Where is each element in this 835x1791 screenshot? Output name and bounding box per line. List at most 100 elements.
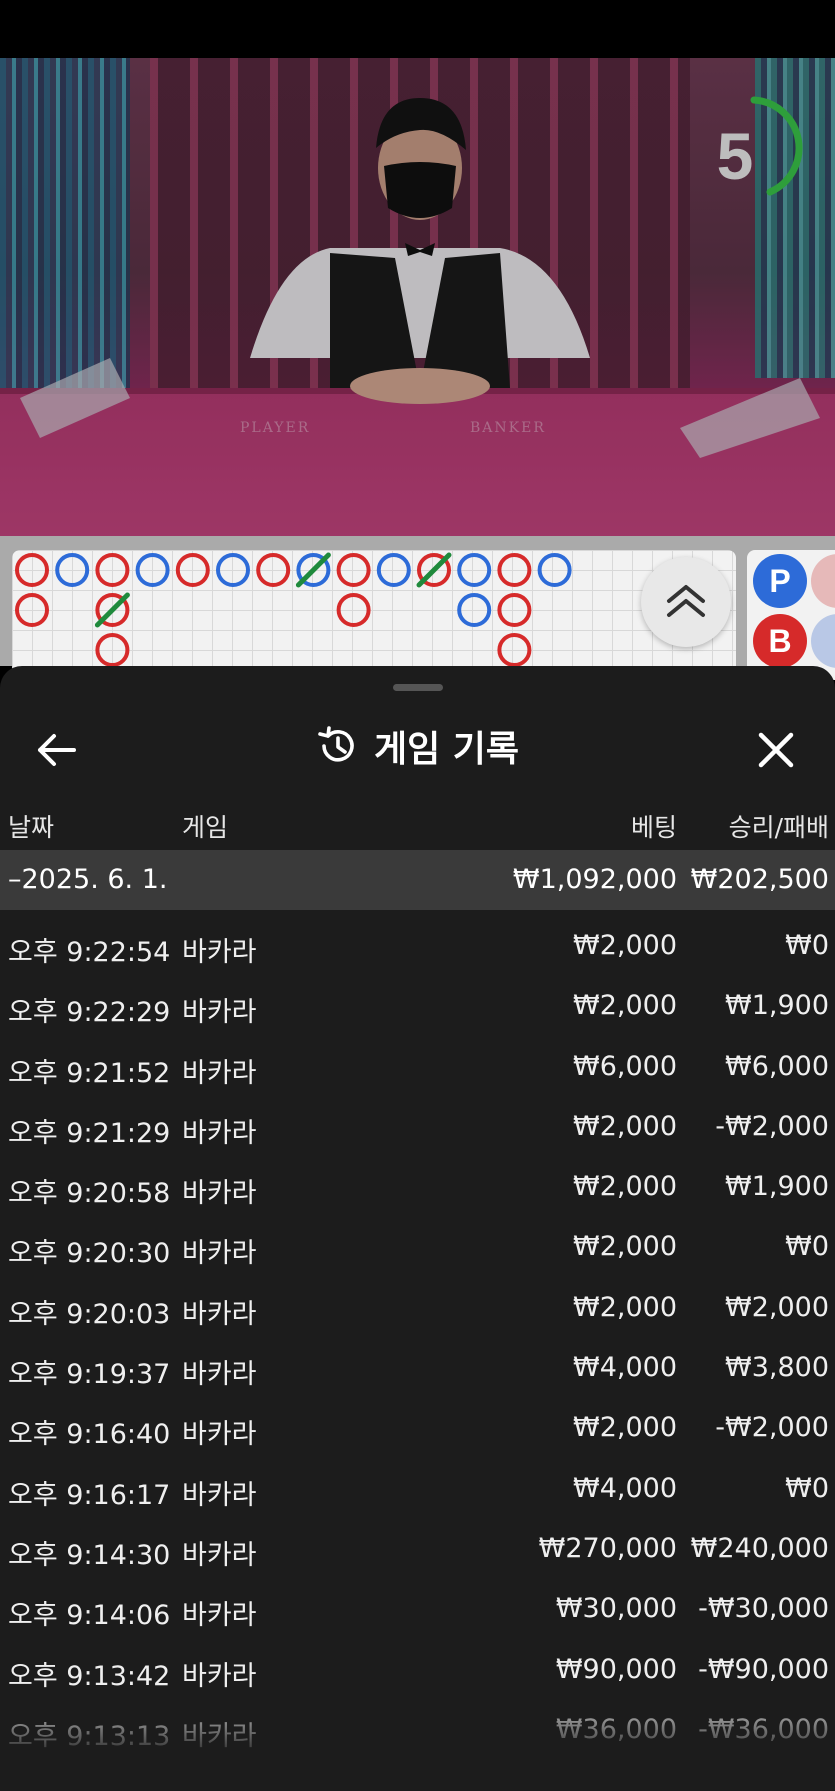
banker-bead: [95, 633, 130, 667]
history-row[interactable]: 오후 9:19:37 바카라 ₩4,000 ₩3,800: [0, 1336, 835, 1396]
banker-ask-button[interactable]: B: [753, 614, 807, 668]
row-game: 바카라: [182, 937, 257, 968]
countdown-number: 5: [716, 119, 754, 193]
player-next-indicator: [811, 554, 835, 608]
row-bet: ₩270,000: [538, 1532, 677, 1564]
history-row[interactable]: 오후 9:22:54 바카라 ₩2,000 ₩0: [0, 914, 835, 974]
row-time: 오후 9:22:54: [8, 937, 171, 968]
player-bead: [376, 553, 411, 587]
row-time: 오후 9:20:30: [8, 1238, 171, 1270]
banker-bead: [497, 593, 532, 627]
close-button[interactable]: [746, 720, 806, 780]
history-icon: [318, 726, 354, 762]
col-date: 날짜: [8, 813, 55, 842]
banker-bead: [256, 553, 291, 587]
col-win-loss: 승리/패배: [728, 813, 829, 842]
back-button[interactable]: [30, 722, 90, 778]
row-time: 오후 9:22:29: [8, 997, 171, 1029]
row-time: 오후 9:16:17: [8, 1479, 171, 1511]
row-time: 오후 9:13:13: [8, 1720, 171, 1752]
side-prediction-panel: P B: [747, 550, 835, 680]
history-row[interactable]: 오후 9:20:03 바카라 ₩2,000 ₩2,000: [0, 1276, 835, 1336]
row-win-loss: ₩1,900: [725, 990, 829, 1022]
row-bet: ₩30,000: [555, 1593, 677, 1625]
row-win-loss: -₩36,000: [698, 1713, 829, 1745]
row-game: 바카라: [182, 1359, 257, 1391]
row-game: 바카라: [182, 1238, 257, 1270]
row-time: 오후 9:14:30: [8, 1539, 171, 1571]
banker-bead: [15, 593, 49, 627]
bead-road-marks: [15, 552, 572, 667]
history-row[interactable]: 오후 9:13:13 바카라 ₩36,000 -₩36,000: [0, 1698, 835, 1758]
history-row[interactable]: 오후 9:20:30 바카라 ₩2,000 ₩0: [0, 1215, 835, 1275]
banker-bead: [15, 553, 49, 587]
column-headers: 날짜 게임 베팅 승리/패배: [0, 798, 835, 850]
row-bet: ₩2,000: [573, 990, 677, 1022]
collapse-button[interactable]: [641, 557, 731, 647]
bead-road: [12, 550, 736, 680]
row-bet: ₩2,000: [573, 1171, 677, 1203]
row-game: 바카라: [182, 1419, 257, 1451]
row-game: 바카라: [182, 1057, 257, 1089]
row-game: 바카라: [182, 1479, 257, 1511]
sheet-drag-handle[interactable]: [393, 684, 443, 691]
history-row[interactable]: 오후 9:22:29 바카라 ₩2,000 ₩1,900: [0, 974, 835, 1034]
row-bet: ₩2,000: [573, 1110, 677, 1142]
double-chevron-up-icon: [667, 585, 705, 617]
banker-bead: [336, 553, 371, 587]
row-bet: ₩36,000: [555, 1713, 677, 1745]
close-icon: [758, 732, 794, 768]
sheet-header: 게임 기록: [0, 696, 835, 796]
row-time: 오후 9:14:06: [8, 1600, 171, 1632]
banker-bead: [175, 553, 210, 587]
history-row[interactable]: 오후 9:16:17 바카라 ₩4,000 ₩0: [0, 1457, 835, 1517]
group-win-loss-total: ₩202,500: [690, 864, 829, 895]
row-bet: ₩6,000: [573, 1050, 677, 1082]
history-row[interactable]: 오후 9:16:40 바카라 ₩2,000 -₩2,000: [0, 1396, 835, 1456]
row-time: 오후 9:20:03: [8, 1298, 171, 1330]
row-game: 바카라: [182, 1178, 257, 1210]
banker-bead: [95, 553, 130, 587]
status-bar: [0, 0, 835, 58]
player-bead: [537, 553, 572, 587]
history-row[interactable]: 오후 9:13:42 바카라 ₩90,000 -₩90,000: [0, 1638, 835, 1698]
row-time: 오후 9:16:40: [8, 1419, 171, 1451]
sheet-title: 게임 기록: [373, 729, 519, 770]
row-win-loss: -₩2,000: [715, 1110, 829, 1142]
row-bet: ₩4,000: [573, 1352, 677, 1384]
row-bet: ₩4,000: [573, 1472, 677, 1504]
player-bead: [135, 553, 170, 587]
row-win-loss: ₩1,900: [725, 1171, 829, 1203]
history-row[interactable]: 오후 9:21:29 바카라 ₩2,000 -₩2,000: [0, 1095, 835, 1155]
banker-next-indicator: [811, 614, 835, 668]
row-game: 바카라: [182, 1298, 257, 1330]
row-bet: ₩90,000: [555, 1653, 677, 1685]
col-bet: 베팅: [630, 813, 677, 842]
history-row[interactable]: 오후 9:14:30 바카라 ₩270,000 ₩240,000: [0, 1517, 835, 1577]
history-row[interactable]: 오후 9:14:06 바카라 ₩30,000 -₩30,000: [0, 1577, 835, 1637]
row-win-loss: -₩30,000: [698, 1593, 829, 1625]
row-time: 오후 9:20:58: [8, 1178, 171, 1210]
history-row[interactable]: 오후 9:20:58 바카라 ₩2,000 ₩1,900: [0, 1155, 835, 1215]
history-row[interactable]: 오후 9:21:52 바카라 ₩6,000 ₩6,000: [0, 1035, 835, 1095]
row-time: 오후 9:13:42: [8, 1660, 171, 1692]
title-wrap: 게임 기록: [0, 696, 835, 796]
row-time: 오후 9:21:52: [8, 1057, 171, 1089]
player-bead: [216, 553, 250, 587]
row-win-loss: ₩0: [785, 1472, 829, 1504]
group-bet-total: ₩1,092,000: [512, 864, 677, 895]
player-ask-button[interactable]: P: [753, 554, 807, 608]
row-win-loss: ₩0: [785, 930, 829, 961]
date-group-row[interactable]: –2025. 6. 1. ₩1,092,000 ₩202,500: [0, 850, 835, 910]
banker-bead: [497, 633, 532, 667]
row-game: 바카라: [182, 997, 257, 1029]
row-win-loss: ₩2,000: [725, 1291, 829, 1323]
row-game: 바카라: [182, 1539, 257, 1571]
row-win-loss: ₩6,000: [725, 1050, 829, 1082]
banker-bead: [336, 593, 371, 627]
row-win-loss: ₩3,800: [725, 1352, 829, 1384]
row-win-loss: ₩0: [785, 1231, 829, 1263]
row-win-loss: -₩2,000: [715, 1412, 829, 1444]
game-history-sheet: 게임 기록 날짜 게임 베팅 승리/패배 –2025. 6. 1. ₩1,092…: [0, 666, 835, 1791]
col-game: 게임: [182, 813, 229, 842]
